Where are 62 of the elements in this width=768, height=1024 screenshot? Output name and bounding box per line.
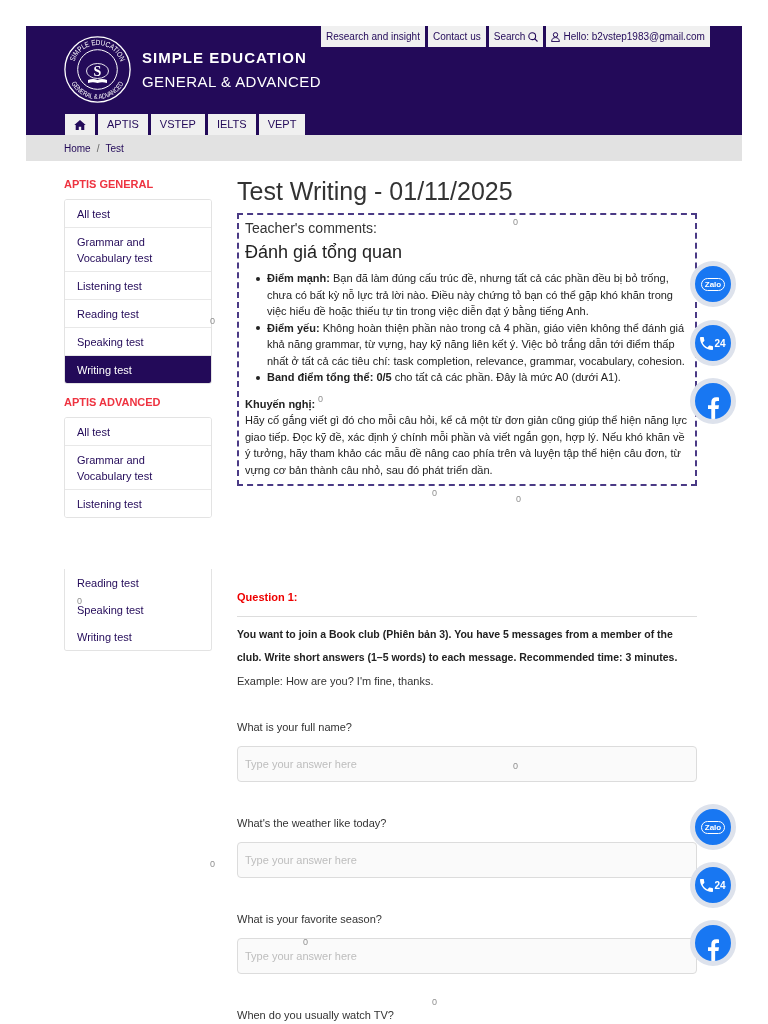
hotline-button[interactable]: 24 xyxy=(690,320,736,366)
nav-tab[interactable]: IELTS xyxy=(207,114,256,135)
recommendation-label: Khuyến nghị: xyxy=(245,396,316,412)
header-link[interactable]: Contact us xyxy=(427,26,486,47)
question-heading: Question 1: xyxy=(237,590,298,604)
comments-label: Teacher's comments: xyxy=(245,220,377,237)
zalo-chat-button[interactable]: Zalo xyxy=(690,804,736,850)
nav-tab[interactable]: VEPT xyxy=(258,114,306,135)
sidebar-heading: APTIS GENERAL xyxy=(64,177,155,191)
page-title: Test Writing - 01/11/2025 xyxy=(237,176,514,206)
facebook-button[interactable] xyxy=(690,378,736,424)
breadcrumb-separator: / xyxy=(96,141,100,156)
sidebar-item[interactable]: All test xyxy=(65,200,211,228)
hotline-button[interactable]: 24 xyxy=(690,862,736,908)
zalo-chat-button[interactable]: Zalo xyxy=(690,261,736,307)
sidebar-heading: APTIS ADVANCED xyxy=(64,395,162,409)
question-example: Example: How are you? I'm fine, thanks. xyxy=(237,673,434,689)
question-instructions: You want to join a Book club (Phiên bản 3). You have 5 messages from a member of the club. Write short answers (1–5 words) to each message. Recommended time: 3 minutes. xyxy=(237,626,679,665)
bullet-icon xyxy=(256,326,260,330)
counter-text: 0 xyxy=(516,494,521,505)
facebook-button[interactable] xyxy=(690,920,736,966)
nav-tab[interactable]: VSTEP xyxy=(150,114,205,135)
bullet-icon xyxy=(256,375,260,380)
counter-text: 0 xyxy=(77,596,82,606)
facebook-icon xyxy=(707,397,719,419)
comment-point: Band điểm tổng thể: 0/5 cho tất cả các phần. Đây là mức A0 (dưới A1). xyxy=(267,370,621,385)
counter-text: 0 xyxy=(432,997,437,1008)
nav-tab[interactable]: APTIS xyxy=(98,114,148,135)
breadcrumb-current: Test xyxy=(105,141,124,156)
counter-text: 0 xyxy=(513,761,518,772)
answer-field[interactable]: Type your answer here xyxy=(237,841,697,878)
counter-text: 0 xyxy=(432,488,437,499)
phone-icon xyxy=(700,336,714,350)
counter-text: 0 xyxy=(303,937,308,948)
user-icon xyxy=(551,31,561,42)
sidebar-item[interactable]: All test xyxy=(65,418,211,446)
question-prompt: What's the weather like today? xyxy=(237,815,387,830)
header-link[interactable]: Research and insight xyxy=(321,26,425,47)
bullet-icon xyxy=(256,276,260,281)
comments-heading: Đánh giá tổng quan xyxy=(245,241,403,264)
sidebar-item[interactable]: Writing test xyxy=(65,356,211,383)
question-prompt: When do you usually watch TV? xyxy=(237,1007,394,1022)
phone-icon xyxy=(700,878,714,892)
home-tab[interactable] xyxy=(65,114,95,135)
search-link[interactable]: Search xyxy=(488,26,544,47)
facebook-icon xyxy=(707,939,719,961)
question-prompt: What is your full name? xyxy=(237,719,352,734)
question-prompt: What is your favorite season? xyxy=(237,911,382,926)
counter-text: 0 xyxy=(318,394,323,405)
counter-text: 0 xyxy=(210,316,215,327)
brand-subtitle: GENERAL & ADVANCED xyxy=(142,71,321,92)
counter-text: 0 xyxy=(513,217,518,228)
recommendation-text: Hãy cố gắng viết gì đó cho mỗi câu hỏi, kể cả một từ đơn giản cũng giúp thể hiện năng lực giao tiếp. Đọc kỹ đề, xác định ý chính mỗi phần và viết ngắn gọn, hợp lý. Nếu khó khăn về ý tưởng, hãy tham khảo các mẫu đề nâng cao phía trên và luyện tập thể hiện câu đơn, từ vựng cơ bản thành câu nhỏ, sau đó phát triển dần. xyxy=(245,413,689,478)
comment-point: Điểm yếu: Không hoàn thiện phần nào trong cả 4 phần, giáo viên không thể đánh giá khả năng grammar, từ vựng, hay kỹ năng liên kết ý. Việc bỏ trắng dẫn tới điểm thấp nhất ở tất cả các tiêu chí: task completion, relevance, grammar, vocabulary, cohesion. xyxy=(267,320,686,369)
account-link[interactable]: Hello: b2vstep1983@gmail.com xyxy=(546,26,710,47)
search-icon xyxy=(528,31,539,42)
brand-title: SIMPLE EDUCATION xyxy=(142,47,308,68)
counter-text: 0 xyxy=(210,859,215,870)
logo-letter: S xyxy=(93,64,102,79)
breadcrumb-link[interactable]: Home xyxy=(64,140,91,156)
comment-point: Điểm mạnh: Bạn đã làm đúng cấu trúc đề, nhưng tất cả các phần đều bị bỏ trống, chưa có bất kỳ nỗ lực trả lời nào. Điều này chứng tỏ bạn có thể gặp khó khăn trong việc hiểu đề hoặc thiếu tự tin trong việc diễn đạt ý bằng tiếng Anh. xyxy=(267,271,674,319)
home-icon xyxy=(74,119,86,130)
